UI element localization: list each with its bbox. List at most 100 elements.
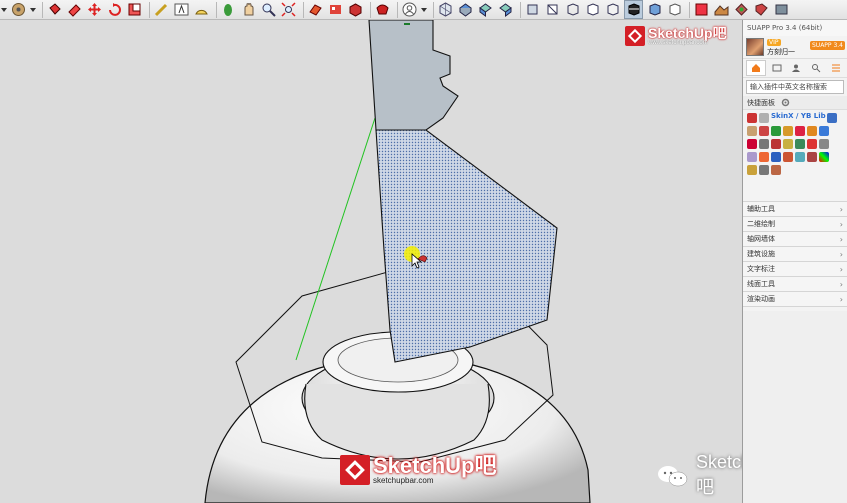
plugin-tool-icon[interactable] — [783, 152, 793, 162]
move-tool-icon[interactable] — [86, 1, 103, 18]
plugin-tool-icon[interactable] — [783, 139, 793, 149]
toolbar-separator-6 — [397, 1, 398, 18]
wireframe-icon[interactable] — [584, 1, 601, 18]
front-view-icon[interactable] — [477, 1, 494, 18]
orbit-tool-icon[interactable] — [10, 1, 27, 18]
scale-tool-icon[interactable] — [126, 1, 143, 18]
text-tool-icon[interactable] — [173, 1, 190, 18]
model-scene — [204, 20, 591, 503]
plugin-tool-icon[interactable] — [759, 113, 769, 123]
plugin-tool-icon[interactable] — [783, 126, 793, 136]
user-caret[interactable] — [421, 7, 427, 12]
plugin-search-input[interactable]: 输入插件中英文名称搜索 — [746, 80, 844, 94]
brand-logo-bottom-url: sketchupbar.com — [373, 476, 434, 485]
xray-icon[interactable] — [564, 1, 581, 18]
chevron-right-icon: › — [839, 204, 843, 214]
dropdown-caret[interactable] — [1, 7, 7, 12]
guide-line — [295, 117, 376, 361]
back-view-icon[interactable] — [524, 1, 541, 18]
category-item[interactable]: 二维绘制 › — [743, 216, 847, 231]
toolbar-separator-8 — [520, 1, 521, 18]
tape-measure-icon[interactable] — [153, 1, 170, 18]
section-plane-icon[interactable] — [307, 1, 324, 18]
plugin-tool-icon[interactable] — [807, 126, 817, 136]
user-icon[interactable] — [401, 1, 418, 18]
user-tab-icon[interactable] — [788, 61, 806, 75]
plugin-tool-icon[interactable] — [819, 139, 829, 149]
paint-bucket-icon[interactable] — [46, 1, 63, 18]
skin-lib-label[interactable]: SkinX / YB Lib — [771, 112, 826, 125]
plugin-tool-icon[interactable] — [819, 126, 829, 136]
plugin-tool-icon[interactable] — [747, 165, 757, 175]
warehouse-icon[interactable] — [773, 1, 790, 18]
plugin-tool-icon[interactable] — [771, 126, 781, 136]
user-name[interactable]: 方刻归一 — [767, 47, 795, 57]
materials-icon[interactable] — [327, 1, 344, 18]
protractor-icon[interactable] — [193, 1, 210, 18]
extension-icon[interactable] — [753, 1, 770, 18]
category-item[interactable]: 文字标注 › — [743, 261, 847, 276]
walk-icon[interactable] — [220, 1, 237, 18]
plugin-tool-icon[interactable] — [759, 126, 769, 136]
chevron-right-icon: › — [839, 249, 843, 259]
paint-cursor-icon — [403, 245, 433, 279]
plugin-tool-icon[interactable] — [759, 152, 769, 162]
layout-icon[interactable] — [733, 1, 750, 18]
wechat-icon — [656, 464, 690, 488]
iso-view-icon[interactable] — [437, 1, 454, 18]
brand-logo-bottom: SketchUp吧 sketchupbar.com — [340, 455, 496, 485]
plugin-tool-icon[interactable] — [747, 152, 757, 162]
eraser-icon[interactable] — [66, 1, 83, 18]
chevron-right-icon: › — [839, 234, 843, 244]
plugin-tool-icon[interactable] — [807, 152, 817, 162]
gear-icon[interactable] — [781, 98, 790, 107]
solid-tools-icon[interactable] — [693, 1, 710, 18]
right-view-icon[interactable] — [497, 1, 514, 18]
plugin-tool-icon[interactable] — [795, 126, 805, 136]
plugin-tool-icon[interactable] — [807, 139, 817, 149]
components-icon[interactable] — [347, 1, 364, 18]
category-item[interactable]: 轴网墙体 › — [743, 231, 847, 246]
chevron-right-icon: › — [839, 279, 843, 289]
pan-icon[interactable] — [240, 1, 257, 18]
quick-tools-grid: SkinX / YB Lib — [743, 110, 843, 179]
left-view-icon[interactable] — [544, 1, 561, 18]
plugin-tool-icon[interactable] — [771, 165, 781, 175]
category-item[interactable]: 线面工具 › — [743, 276, 847, 291]
suapp-version-button[interactable]: SUAPP 3.4 — [810, 41, 845, 50]
hidden-line-icon[interactable] — [604, 1, 621, 18]
plugin-tool-icon[interactable] — [795, 139, 805, 149]
monochrome-icon[interactable] — [666, 1, 683, 18]
model-viewport[interactable]: SketchUp吧 www.sketchupbar.com SketchUp吧 … — [0, 20, 742, 503]
plugin-tool-icon[interactable] — [826, 113, 837, 123]
zoom-extents-icon[interactable] — [280, 1, 297, 18]
sandbox-icon[interactable] — [713, 1, 730, 18]
rotate-tool-icon[interactable] — [106, 1, 123, 18]
chevron-right-icon: › — [839, 264, 843, 274]
list-icon[interactable] — [768, 61, 786, 75]
plugin-tool-icon[interactable] — [747, 126, 757, 136]
category-item[interactable]: 建筑设施 › — [743, 246, 847, 261]
category-item[interactable]: 辅助工具 › — [743, 201, 847, 216]
textured-icon[interactable] — [646, 1, 663, 18]
home-icon[interactable] — [746, 60, 766, 76]
plugin-tool-icon[interactable] — [747, 113, 757, 123]
plugin-tool-icon[interactable] — [819, 152, 829, 162]
search-icon[interactable] — [807, 61, 825, 75]
zoom-icon[interactable] — [260, 1, 277, 18]
avatar[interactable] — [746, 38, 764, 56]
menu-icon[interactable] — [827, 61, 845, 75]
toolbar-separator-3 — [216, 1, 217, 18]
plugin-tool-icon[interactable] — [759, 139, 769, 149]
plugin-tool-icon[interactable] — [747, 139, 757, 149]
plugin-tool-icon[interactable] — [771, 139, 781, 149]
top-view-icon[interactable] — [457, 1, 474, 18]
styles-icon[interactable] — [374, 1, 391, 18]
plugin-tool-icon[interactable] — [771, 152, 781, 162]
plugin-tool-icon[interactable] — [759, 165, 769, 175]
vip-badge: VIP — [767, 38, 781, 46]
dropdown-caret-2[interactable] — [30, 7, 36, 12]
plugin-tool-icon[interactable] — [795, 152, 805, 162]
category-item[interactable]: 渲染动画 › — [743, 291, 847, 307]
shaded-icon[interactable] — [624, 0, 643, 19]
